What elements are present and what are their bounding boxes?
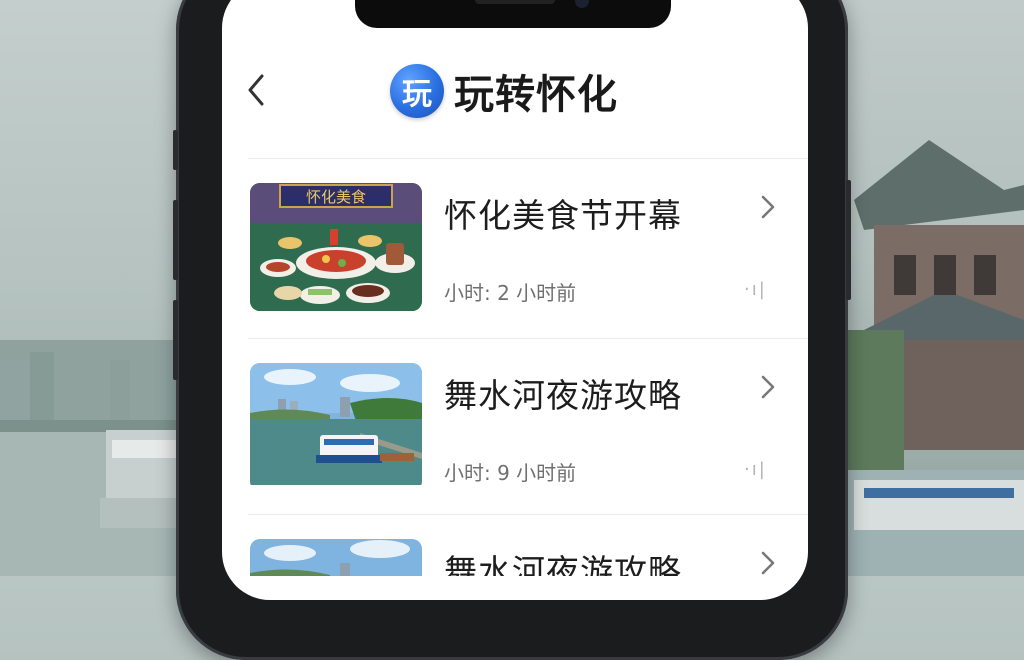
article-title[interactable]: 舞水河夜游攻略 [444,545,682,576]
back-button[interactable] [240,68,274,112]
river-city-scenery [0,340,200,576]
chevron-right-icon[interactable] [758,191,778,231]
divider [248,338,808,339]
article-title[interactable]: 怀化美食节开幕 [444,189,682,237]
list-item[interactable]: 怀化美食 怀化美食节开幕 小时: 2 小时前 ·ı| [222,183,808,333]
chevron-right-icon[interactable] [758,547,778,576]
notch [355,0,671,28]
page-title: 玩转怀化 [454,72,618,118]
article-title[interactable]: 舞水河夜游攻略 [444,369,682,417]
list-item[interactable]: 舞水河夜游攻略 [222,539,808,576]
article-meta: 小时: 2 小时前 [444,281,577,305]
title-group: 玩 玩转怀化 [390,62,618,120]
food-festival-thumbnail: 怀化美食 [250,183,422,311]
speaker-grille [475,0,555,4]
chevron-left-icon [248,74,264,106]
chevron-right-icon[interactable] [758,371,778,411]
river-cruise-thumbnail [250,539,422,576]
background-left-scenery [0,0,200,576]
side-button [173,130,178,170]
divider [248,158,808,159]
list-item[interactable]: 舞水河夜游攻略 小时: 9 小时前 ·ı| [222,363,808,513]
banner-text: 怀化美食 [306,188,366,206]
article-meta: 小时: 9 小时前 [444,461,577,485]
volume-down-button [173,300,178,380]
power-button [846,180,851,300]
river-cruise-thumbnail [250,363,422,491]
more-icon[interactable]: ·ı| [744,459,767,480]
app-logo-icon: 玩 [390,64,444,118]
volume-up-button [173,200,178,280]
front-camera [575,0,589,8]
background-right-scenery [834,0,1024,576]
pavilion-scenery [834,140,1024,576]
more-icon[interactable]: ·ı| [744,279,767,300]
divider [248,514,808,515]
app-header: 玩 玩转怀化 [222,58,808,128]
